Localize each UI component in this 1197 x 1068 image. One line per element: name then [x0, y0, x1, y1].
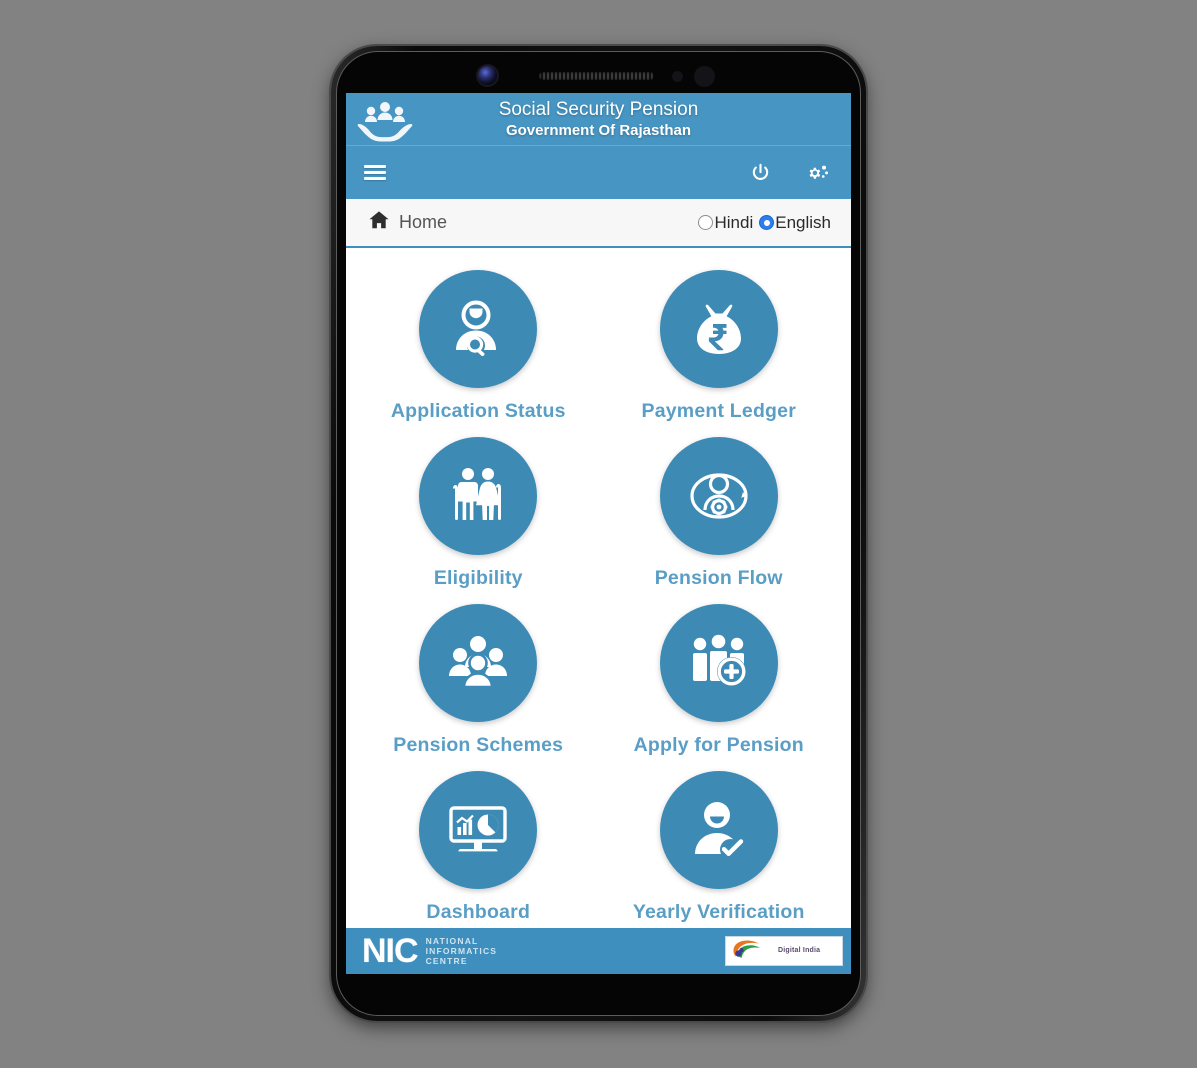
monitor-charts-icon: [419, 771, 538, 889]
page-title: Social Security Pension: [498, 99, 699, 120]
tile-eligibility[interactable]: Eligibility: [358, 429, 599, 590]
secondary-sensor-icon: [694, 66, 715, 87]
language-option-hindi[interactable]: Hindi: [698, 213, 753, 233]
user-check-icon: [659, 771, 778, 889]
language-option-english[interactable]: English: [759, 213, 831, 233]
money-bag-rupee-icon: [659, 270, 778, 388]
home-breadcrumb-label: Home: [399, 212, 448, 232]
nic-line-1: NATIONAL: [425, 936, 479, 946]
elderly-couple-icon: [419, 437, 538, 555]
radio-hindi[interactable]: [698, 215, 714, 230]
home-icon: [368, 209, 390, 236]
breadcrumb: Home Hindi English: [346, 199, 851, 248]
hands-holding-family-logo: [356, 98, 414, 142]
phone-screen: Social Security Pension Government Of Ra…: [346, 93, 851, 974]
language-label-english: English: [775, 212, 831, 232]
cogs-icon[interactable]: [808, 162, 829, 183]
digital-india-label: Digital India: [778, 947, 821, 954]
nav-bar: [346, 146, 851, 199]
earpiece-speaker-icon: [539, 72, 654, 80]
nic-line-2: INFORMATICS: [425, 946, 498, 956]
nic-fullname: NATIONAL INFORMATICS CENTRE: [426, 936, 498, 966]
app-title-bar: Social Security Pension Government Of Ra…: [346, 93, 851, 146]
user-gear-cycle-icon: [659, 437, 778, 555]
language-label-hindi: Hindi: [714, 212, 754, 232]
digital-india-badge: Digital India: [725, 936, 843, 966]
digital-india-swirl-icon: [730, 938, 774, 965]
language-selector: Hindi English: [698, 213, 831, 233]
tile-label: Apply for Pension: [633, 734, 804, 756]
tile-application-status[interactable]: Application Status: [358, 262, 599, 423]
tile-pension-flow[interactable]: Pension Flow: [599, 429, 840, 590]
tile-pension-schemes[interactable]: Pension Schemes: [358, 596, 599, 757]
app-footer: NIC NATIONAL INFORMATICS CENTRE Digital …: [346, 928, 851, 974]
tile-label: Pension Schemes: [393, 734, 564, 756]
hamburger-menu-icon[interactable]: [364, 162, 386, 183]
home-breadcrumb-link[interactable]: Home: [368, 209, 447, 236]
user-search-icon: [419, 270, 538, 388]
tile-yearly-verification[interactable]: Yearly Verification: [599, 763, 840, 924]
tile-label: Payment Ledger: [641, 400, 796, 422]
tile-label: Dashboard: [426, 901, 531, 923]
tile-label: Pension Flow: [654, 567, 783, 589]
tile-label: Application Status: [390, 400, 566, 422]
power-icon[interactable]: [750, 162, 771, 183]
people-add-icon: [659, 604, 778, 722]
proximity-sensor-icon: [672, 71, 683, 82]
phone-device-frame: Social Security Pension Government Of Ra…: [331, 46, 866, 1021]
tile-dashboard[interactable]: Dashboard: [358, 763, 599, 924]
front-camera-icon: [478, 66, 497, 85]
nic-logo: NIC NATIONAL INFORMATICS CENTRE: [362, 934, 497, 968]
menu-grid: Application Status Payment Ledger Eligib…: [346, 248, 851, 924]
tile-label: Yearly Verification: [632, 901, 805, 923]
tile-label: Eligibility: [433, 567, 523, 589]
radio-english[interactable]: [759, 215, 775, 230]
nic-wordmark: NIC: [362, 932, 419, 970]
people-group-icon: [419, 604, 538, 722]
tile-apply-for-pension[interactable]: Apply for Pension: [599, 596, 840, 757]
nav-actions: [750, 162, 829, 183]
tile-payment-ledger[interactable]: Payment Ledger: [599, 262, 840, 423]
phone-top-bezel: [331, 46, 866, 93]
page-subtitle: Government Of Rajasthan: [505, 122, 692, 139]
nic-line-3: CENTRE: [425, 956, 468, 966]
